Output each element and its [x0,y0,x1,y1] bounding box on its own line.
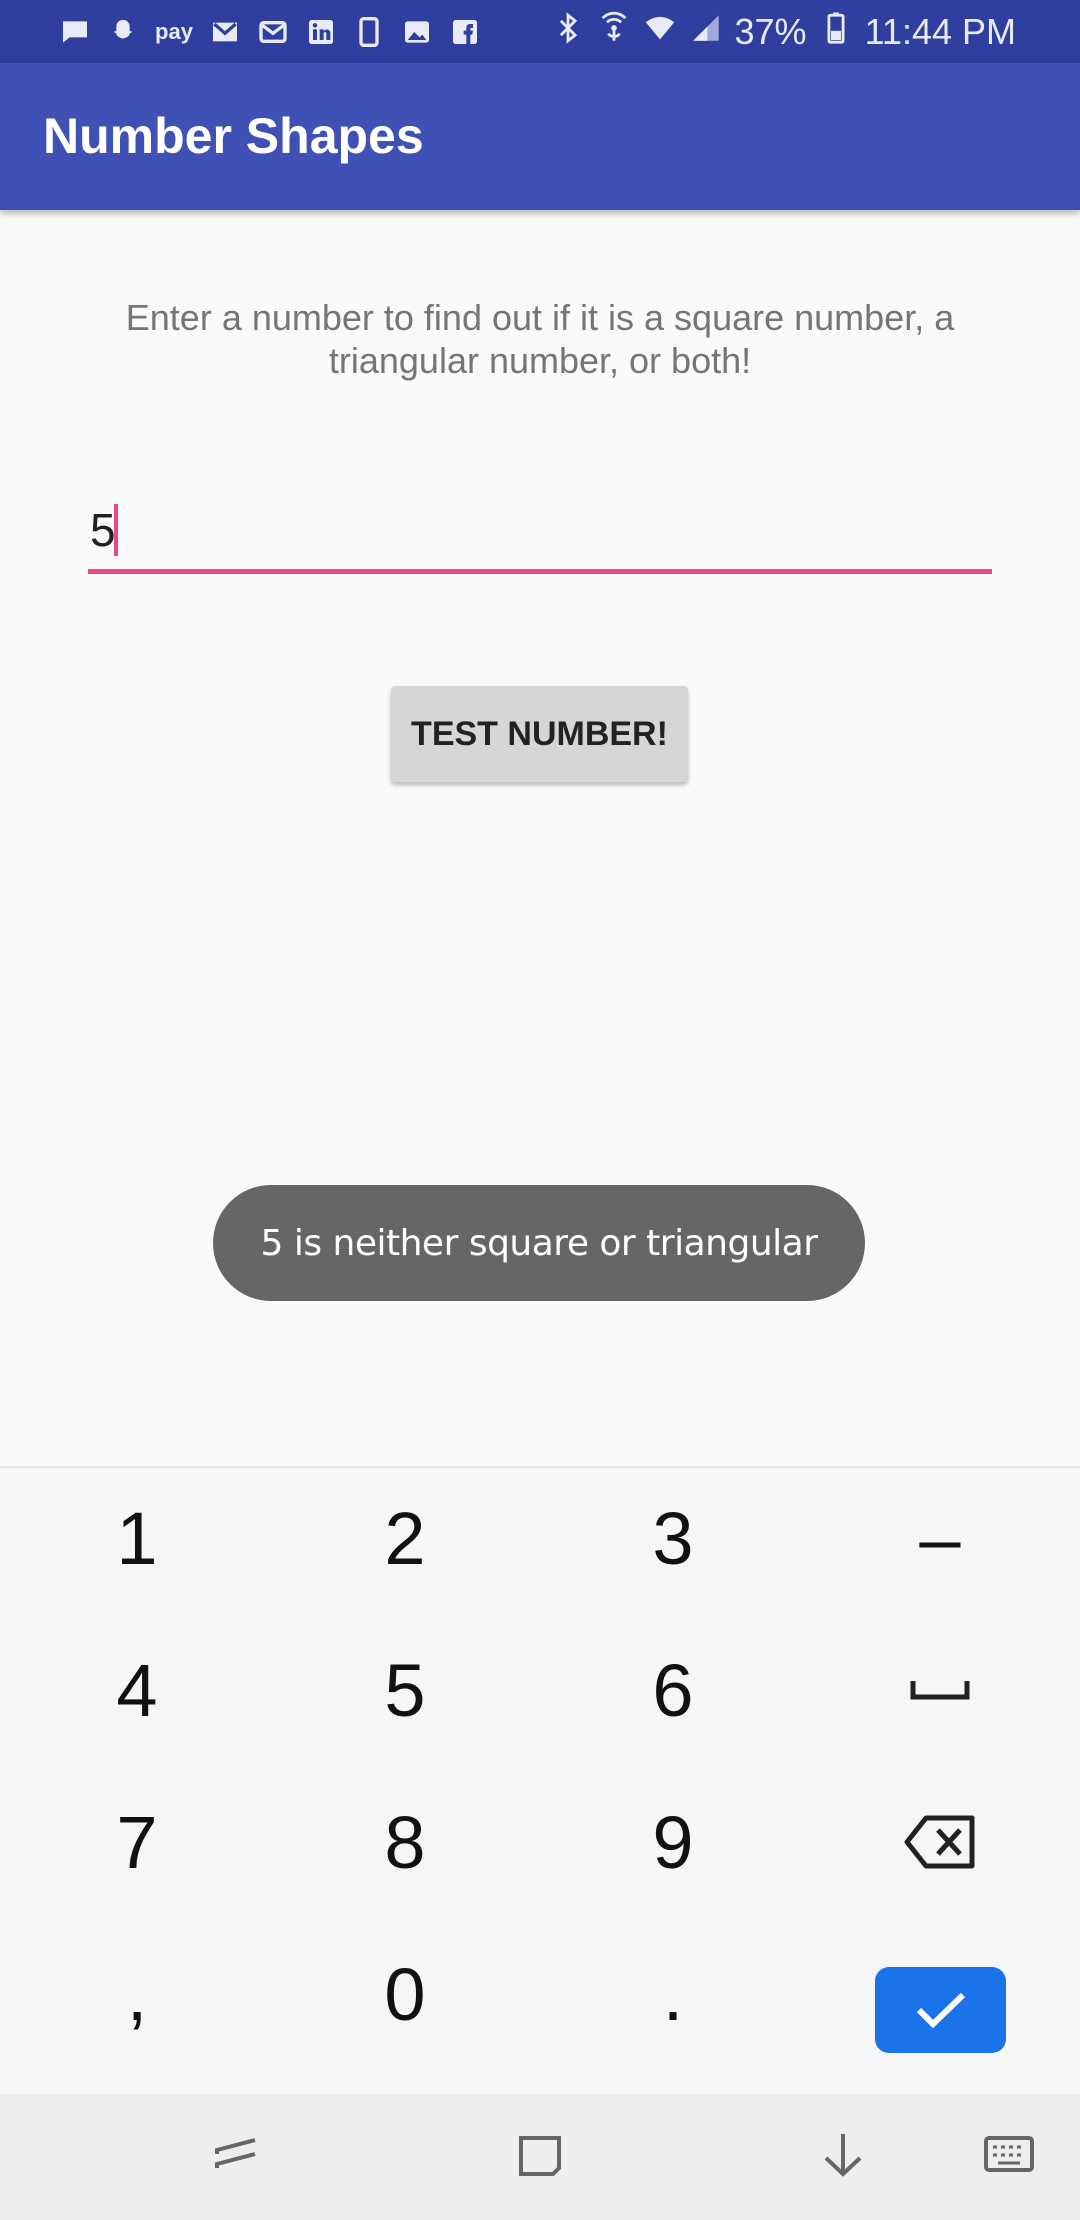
notification-icons: pay [58,12,482,52]
number-input-field[interactable] [88,490,994,574]
clock: 11:44 PM [864,11,1016,52]
screen: pay 37% 11:44 PM Number Shapes Enter a n… [0,0,1080,2220]
done-check-icon [916,1992,965,2029]
key-space[interactable] [840,1620,1040,1760]
gmail-icon [208,15,242,49]
key-3[interactable]: 3 [573,1468,773,1608]
input-underline [88,569,992,574]
text-cursor [114,504,118,556]
key-backspace[interactable] [840,1772,1040,1912]
wifi-icon [643,11,677,54]
key-8[interactable]: 8 [305,1772,505,1912]
samsung-pay-icon: pay [154,15,194,49]
phone-icon [352,15,386,49]
key-dash[interactable]: – [840,1468,1040,1608]
done-button[interactable] [875,1967,1006,2053]
linkedin-icon [304,15,338,49]
key-2[interactable]: 2 [305,1468,505,1608]
numeric-keyboard: 1 2 3 – 4 5 6 7 8 9 , 0 . [0,1466,1080,2096]
back-icon[interactable] [812,2124,874,2186]
key-0[interactable]: 0 [305,1924,505,2064]
battery-icon [819,11,853,54]
number-input[interactable] [88,490,994,570]
facebook-icon [448,15,482,49]
instruction-text: Enter a number to find out if it is a sq… [125,297,955,381]
space-icon [910,1681,970,1700]
home-icon[interactable] [509,2124,571,2186]
message-icon [58,15,92,49]
key-4[interactable]: 4 [37,1620,237,1760]
backspace-icon [904,1815,975,1869]
keyboard-hide-icon[interactable] [978,2124,1040,2186]
key-period[interactable]: . [573,1924,773,2064]
battery-percent: 37% [734,11,807,52]
image-icon [400,15,434,49]
key-comma[interactable]: , [37,1924,237,2064]
bluetooth-icon [551,11,585,54]
key-1[interactable]: 1 [37,1468,237,1608]
key-9[interactable]: 9 [573,1772,773,1912]
key-5[interactable]: 5 [305,1620,505,1760]
recents-icon[interactable] [207,2124,269,2186]
toast-message: 5 is neither square or triangular [213,1185,865,1301]
toast-text: 5 is neither square or triangular [260,1222,818,1264]
test-number-button[interactable]: TEST NUMBER! [391,686,688,782]
navigation-bar [0,2094,1080,2220]
app-title: Number Shapes [43,108,424,164]
app-bar: Number Shapes [0,63,1080,210]
key-7[interactable]: 7 [37,1772,237,1912]
status-indicators: 37% 11:44 PM [551,10,1016,54]
key-6[interactable]: 6 [573,1620,773,1760]
email-icon [256,15,290,49]
signal-icon [689,11,723,54]
samsung-pay-label: pay [155,19,193,44]
snapchat-icon [106,15,140,49]
status-bar: pay 37% 11:44 PM [0,0,1080,63]
hotspot-icon [597,11,631,54]
